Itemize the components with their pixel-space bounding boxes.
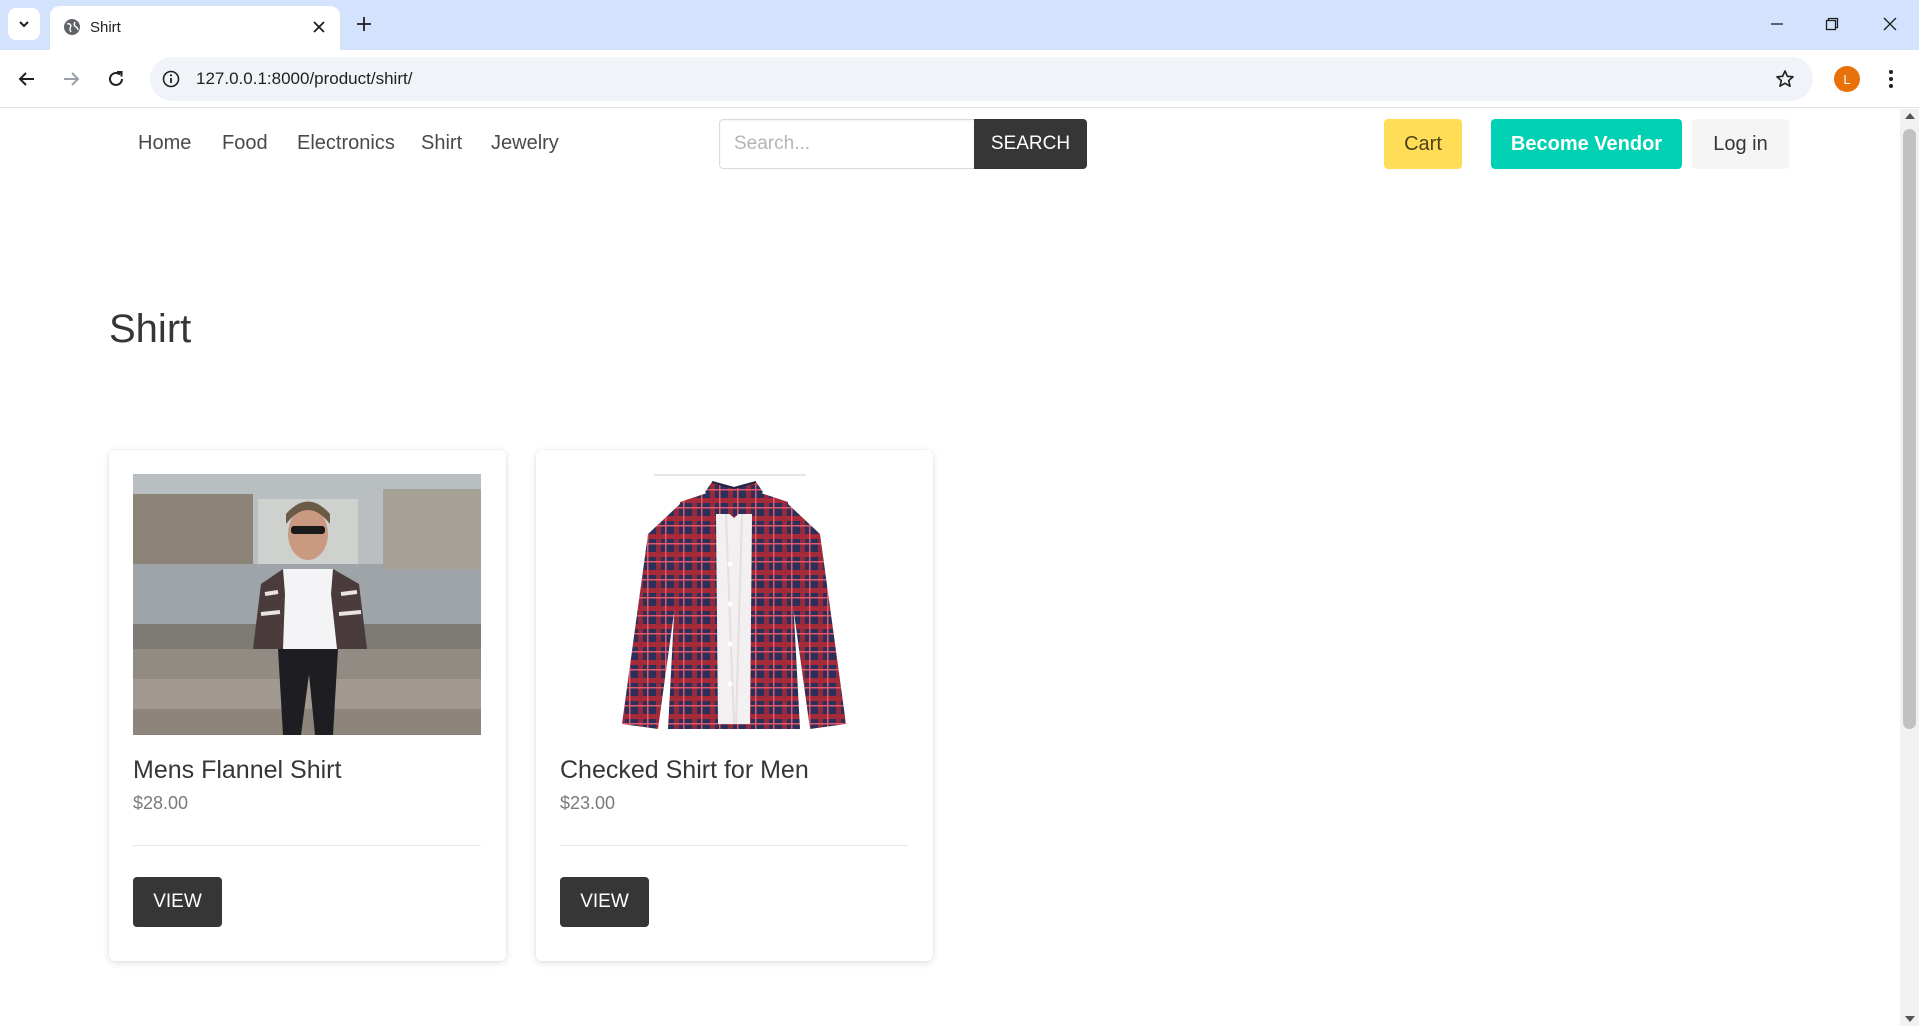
reload-icon (109, 71, 123, 86)
nav-link-home[interactable]: Home (138, 132, 191, 155)
star-icon (1776, 70, 1794, 87)
globe-icon (64, 19, 80, 35)
search-input[interactable] (719, 119, 975, 169)
bookmark-button[interactable] (1773, 67, 1797, 91)
scroll-up-arrow-icon[interactable] (1905, 113, 1915, 119)
minimize-icon (1771, 23, 1783, 25)
url-text[interactable]: 127.0.0.1:8000/product/shirt/ (196, 69, 412, 89)
close-icon (1883, 17, 1897, 31)
more-vertical-icon (1889, 70, 1893, 88)
minimize-button[interactable] (1765, 12, 1789, 36)
tab-title: Shirt (90, 19, 121, 36)
close-window-button[interactable] (1878, 12, 1902, 36)
nav-link-jewelry[interactable]: Jewelry (491, 132, 559, 155)
product-name: Checked Shirt for Men (560, 756, 809, 784)
back-button[interactable] (12, 64, 42, 94)
profile-avatar[interactable]: L (1834, 66, 1860, 92)
search-button[interactable]: SEARCH (974, 119, 1087, 169)
nav-link-shirt[interactable]: Shirt (421, 132, 462, 155)
site-info-button[interactable] (160, 68, 182, 90)
view-product-button[interactable]: VIEW (133, 877, 222, 927)
page-scrollbar[interactable] (1900, 109, 1919, 1026)
forward-button[interactable] (56, 64, 86, 94)
card-divider (133, 845, 481, 846)
product-image[interactable] (560, 474, 908, 735)
scroll-down-arrow-icon[interactable] (1905, 1016, 1915, 1022)
tab-close-button[interactable] (308, 16, 330, 38)
view-product-button[interactable]: VIEW (560, 877, 649, 927)
tab-search-button[interactable] (8, 8, 40, 40)
product-card: Mens Flannel Shirt $28.00 VIEW (109, 450, 506, 961)
page-viewport: Home Food Electronics Shirt Jewelry SEAR… (0, 109, 1900, 1026)
plus-icon (357, 17, 371, 31)
product-card: Checked Shirt for Men $23.00 VIEW (536, 450, 933, 961)
scrollbar-thumb[interactable] (1903, 129, 1916, 729)
browser-menu-button[interactable] (1878, 66, 1904, 92)
close-icon (313, 21, 325, 33)
reload-button[interactable] (101, 64, 131, 94)
browser-tabstrip: Shirt (0, 0, 1919, 50)
become-vendor-button[interactable]: Become Vendor (1491, 119, 1682, 169)
page-title: Shirt (109, 307, 192, 351)
browser-tab-active[interactable]: Shirt (50, 6, 340, 50)
card-divider (560, 845, 908, 846)
login-button[interactable]: Log in (1692, 119, 1789, 169)
nav-link-electronics[interactable]: Electronics (297, 132, 395, 155)
product-price: $28.00 (133, 793, 189, 813)
arrow-left-icon (18, 72, 34, 86)
product-price: $23.00 (560, 793, 616, 813)
product-name: Mens Flannel Shirt (133, 756, 342, 784)
new-tab-button[interactable] (352, 12, 376, 36)
chevron-down-icon (19, 21, 29, 28)
address-bar[interactable]: 127.0.0.1:8000/product/shirt/ (150, 57, 1813, 101)
restore-button[interactable] (1820, 12, 1844, 36)
nav-link-food[interactable]: Food (222, 132, 268, 155)
product-image[interactable] (133, 474, 481, 735)
restore-icon (1825, 17, 1839, 31)
arrow-right-icon (64, 72, 80, 86)
info-icon (162, 70, 180, 88)
browser-toolbar: 127.0.0.1:8000/product/shirt/ L (0, 50, 1919, 108)
cart-button[interactable]: Cart (1384, 119, 1462, 169)
